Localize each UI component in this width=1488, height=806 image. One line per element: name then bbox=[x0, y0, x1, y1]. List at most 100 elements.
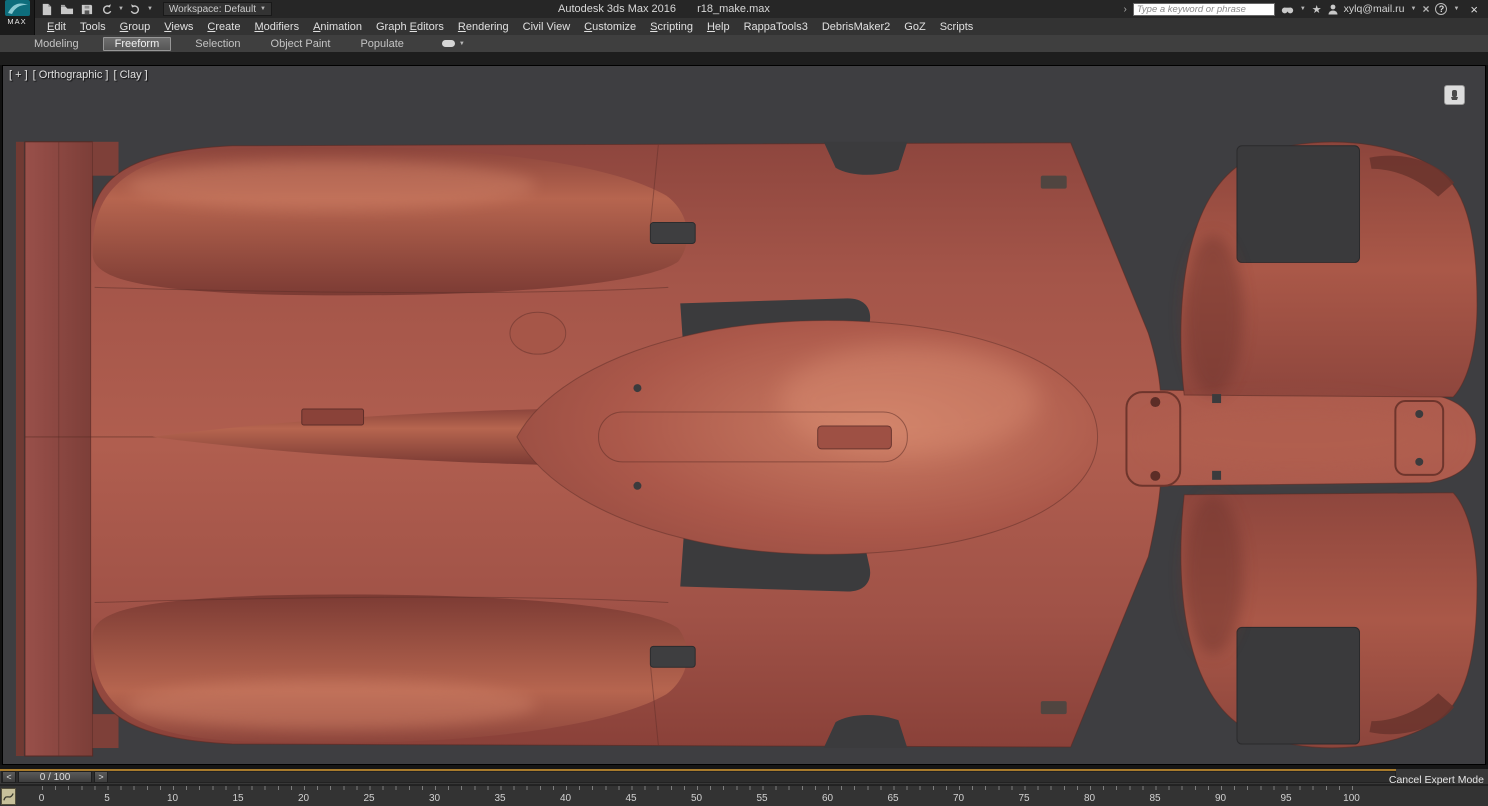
viewport-shading-menu[interactable]: [ Clay ] bbox=[113, 69, 147, 81]
car-model-canvas[interactable] bbox=[3, 66, 1485, 764]
application-menu-button[interactable]: MAX bbox=[0, 0, 35, 35]
previous-frame-button[interactable]: < bbox=[2, 771, 16, 783]
viewport-pov-menu[interactable]: [ Orthographic ] bbox=[33, 69, 109, 81]
redo-dropdown-arrow[interactable]: ▼ bbox=[147, 6, 153, 12]
ribbon-tab-object-paint[interactable]: Object Paint bbox=[265, 38, 337, 50]
next-frame-button[interactable]: > bbox=[94, 771, 108, 783]
menu-customize[interactable]: Customize bbox=[577, 20, 643, 34]
open-folder-icon bbox=[60, 3, 74, 16]
timeline-tick-60: 60 bbox=[822, 793, 833, 804]
title-bar: MAX ▼ bbox=[0, 0, 1488, 18]
help-icon[interactable]: ? bbox=[1435, 3, 1447, 15]
menu-tools[interactable]: Tools bbox=[73, 20, 113, 34]
toolbar-gap bbox=[0, 52, 1488, 65]
timeline-tick-20: 20 bbox=[298, 793, 309, 804]
timeline-tick-65: 65 bbox=[887, 793, 898, 804]
quick-access-toolbar: ▼ ▼ bbox=[38, 2, 153, 17]
app-button-label: MAX bbox=[7, 17, 26, 26]
timeline-tick-50: 50 bbox=[691, 793, 702, 804]
menu-scripts[interactable]: Scripts bbox=[933, 20, 981, 34]
menu-bar: EditToolsGroupViewsCreateModifiersAnimat… bbox=[0, 18, 1488, 35]
menu-create[interactable]: Create bbox=[200, 20, 247, 34]
timeline-tick-40: 40 bbox=[560, 793, 571, 804]
open-file-button[interactable] bbox=[58, 2, 75, 17]
menu-views[interactable]: Views bbox=[157, 20, 200, 34]
timeline-tick-15: 15 bbox=[232, 793, 243, 804]
viewport-corner-button[interactable] bbox=[1444, 85, 1465, 105]
3dsmax-logo-icon bbox=[4, 0, 31, 16]
timeline-area: < 0 / 100 > 0510152025303540455055606570… bbox=[0, 765, 1488, 806]
save-floppy-icon bbox=[80, 3, 93, 16]
menu-scripting[interactable]: Scripting bbox=[643, 20, 700, 34]
ribbon-state-icon bbox=[442, 40, 455, 47]
deck-fastener bbox=[1150, 397, 1160, 407]
exchange-apps-icon[interactable]: × bbox=[1422, 2, 1429, 16]
ribbon-options[interactable]: ▼ bbox=[442, 40, 465, 47]
ribbon-collapse-arrow[interactable]: ▼ bbox=[459, 41, 465, 47]
body-rivet bbox=[633, 482, 641, 490]
menu-edit[interactable]: Edit bbox=[40, 20, 73, 34]
help-dropdown-arrow[interactable]: ▼ bbox=[1453, 6, 1459, 12]
deck-stud bbox=[1212, 471, 1221, 480]
account-dropdown-arrow[interactable]: ▼ bbox=[1410, 6, 1416, 12]
ribbon-tab-populate[interactable]: Populate bbox=[354, 38, 409, 50]
workspace-label: Workspace: Default bbox=[169, 4, 256, 15]
timeline-tick-30: 30 bbox=[429, 793, 440, 804]
deck-stud bbox=[1212, 394, 1221, 403]
undo-dropdown-arrow[interactable]: ▼ bbox=[118, 6, 124, 12]
redo-arrow-icon bbox=[128, 3, 142, 16]
menu-goz[interactable]: GoZ bbox=[897, 20, 932, 34]
account-email[interactable]: xylq@mail.ru bbox=[1344, 3, 1405, 15]
time-slider-track[interactable] bbox=[1, 771, 1396, 783]
workspace-selector[interactable]: Workspace: Default ▼ bbox=[163, 2, 272, 16]
viewport-general-menu[interactable]: [ + ] bbox=[9, 69, 28, 81]
timeline-tick-95: 95 bbox=[1280, 793, 1291, 804]
deck-fastener bbox=[1150, 471, 1160, 481]
timeline-tick-10: 10 bbox=[167, 793, 178, 804]
infocenter-collapse-icon[interactable]: › bbox=[1123, 4, 1126, 15]
viewport[interactable]: [ + ] [ Orthographic ] [ Clay ] bbox=[2, 65, 1486, 765]
search-dropdown-arrow[interactable]: ▼ bbox=[1300, 6, 1306, 12]
menu-group[interactable]: Group bbox=[113, 20, 158, 34]
nose-fastener bbox=[1415, 410, 1423, 418]
menu-help[interactable]: Help bbox=[700, 20, 737, 34]
mini-curve-editor-button[interactable] bbox=[1, 788, 16, 805]
new-scene-button[interactable] bbox=[38, 2, 55, 17]
menu-animation[interactable]: Animation bbox=[306, 20, 369, 34]
app-title-text: Autodesk 3ds Max 2016 bbox=[558, 3, 676, 15]
undo-arrow-icon bbox=[100, 3, 114, 16]
menu-modifiers[interactable]: Modifiers bbox=[247, 20, 306, 34]
time-slider-handle[interactable]: 0 / 100 bbox=[18, 771, 92, 783]
timeline-tick-55: 55 bbox=[756, 793, 767, 804]
nose-fastener bbox=[1415, 458, 1423, 466]
file-name-text: r18_make.max bbox=[697, 3, 770, 15]
save-file-button[interactable] bbox=[78, 2, 95, 17]
ribbon-tab-freeform[interactable]: Freeform bbox=[103, 37, 172, 51]
timeline-tick-35: 35 bbox=[494, 793, 505, 804]
favorites-star-icon[interactable]: ★ bbox=[1312, 3, 1322, 16]
curve-editor-icon bbox=[3, 791, 14, 802]
ribbon-tab-selection[interactable]: Selection bbox=[189, 38, 246, 50]
timeline-tick-0: 0 bbox=[39, 793, 45, 804]
timeline-ruler[interactable]: 0510152025303540455055606570758085909510… bbox=[0, 785, 1488, 806]
undo-button[interactable] bbox=[98, 2, 115, 17]
intake-bump bbox=[510, 312, 566, 354]
fin-inset-panel bbox=[302, 409, 364, 425]
window-close-button[interactable]: × bbox=[1465, 2, 1483, 17]
new-file-icon bbox=[40, 3, 53, 16]
timeline-tick-90: 90 bbox=[1215, 793, 1226, 804]
workspace-dropdown-arrow: ▼ bbox=[260, 6, 266, 12]
menu-graph-editors[interactable]: Graph Editors bbox=[369, 20, 451, 34]
ribbon-tab-row: Modeling Freeform Selection Object Paint Pop… bbox=[0, 35, 1488, 52]
redo-button[interactable] bbox=[127, 2, 144, 17]
menu-debrismaker2[interactable]: DebrisMaker2 bbox=[815, 20, 897, 34]
menu-rendering[interactable]: Rendering bbox=[451, 20, 516, 34]
search-binoculars-icon[interactable] bbox=[1281, 4, 1294, 15]
menu-civil-view[interactable]: Civil View bbox=[516, 20, 577, 34]
account-person-icon bbox=[1328, 4, 1338, 15]
search-input[interactable] bbox=[1133, 3, 1275, 16]
ribbon-tab-modeling[interactable]: Modeling bbox=[28, 38, 85, 50]
cancel-expert-mode-button[interactable]: Cancel Expert Mode bbox=[1389, 774, 1484, 786]
menu-rappatools3[interactable]: RappaTools3 bbox=[737, 20, 815, 34]
timeline-tick-5: 5 bbox=[104, 793, 110, 804]
